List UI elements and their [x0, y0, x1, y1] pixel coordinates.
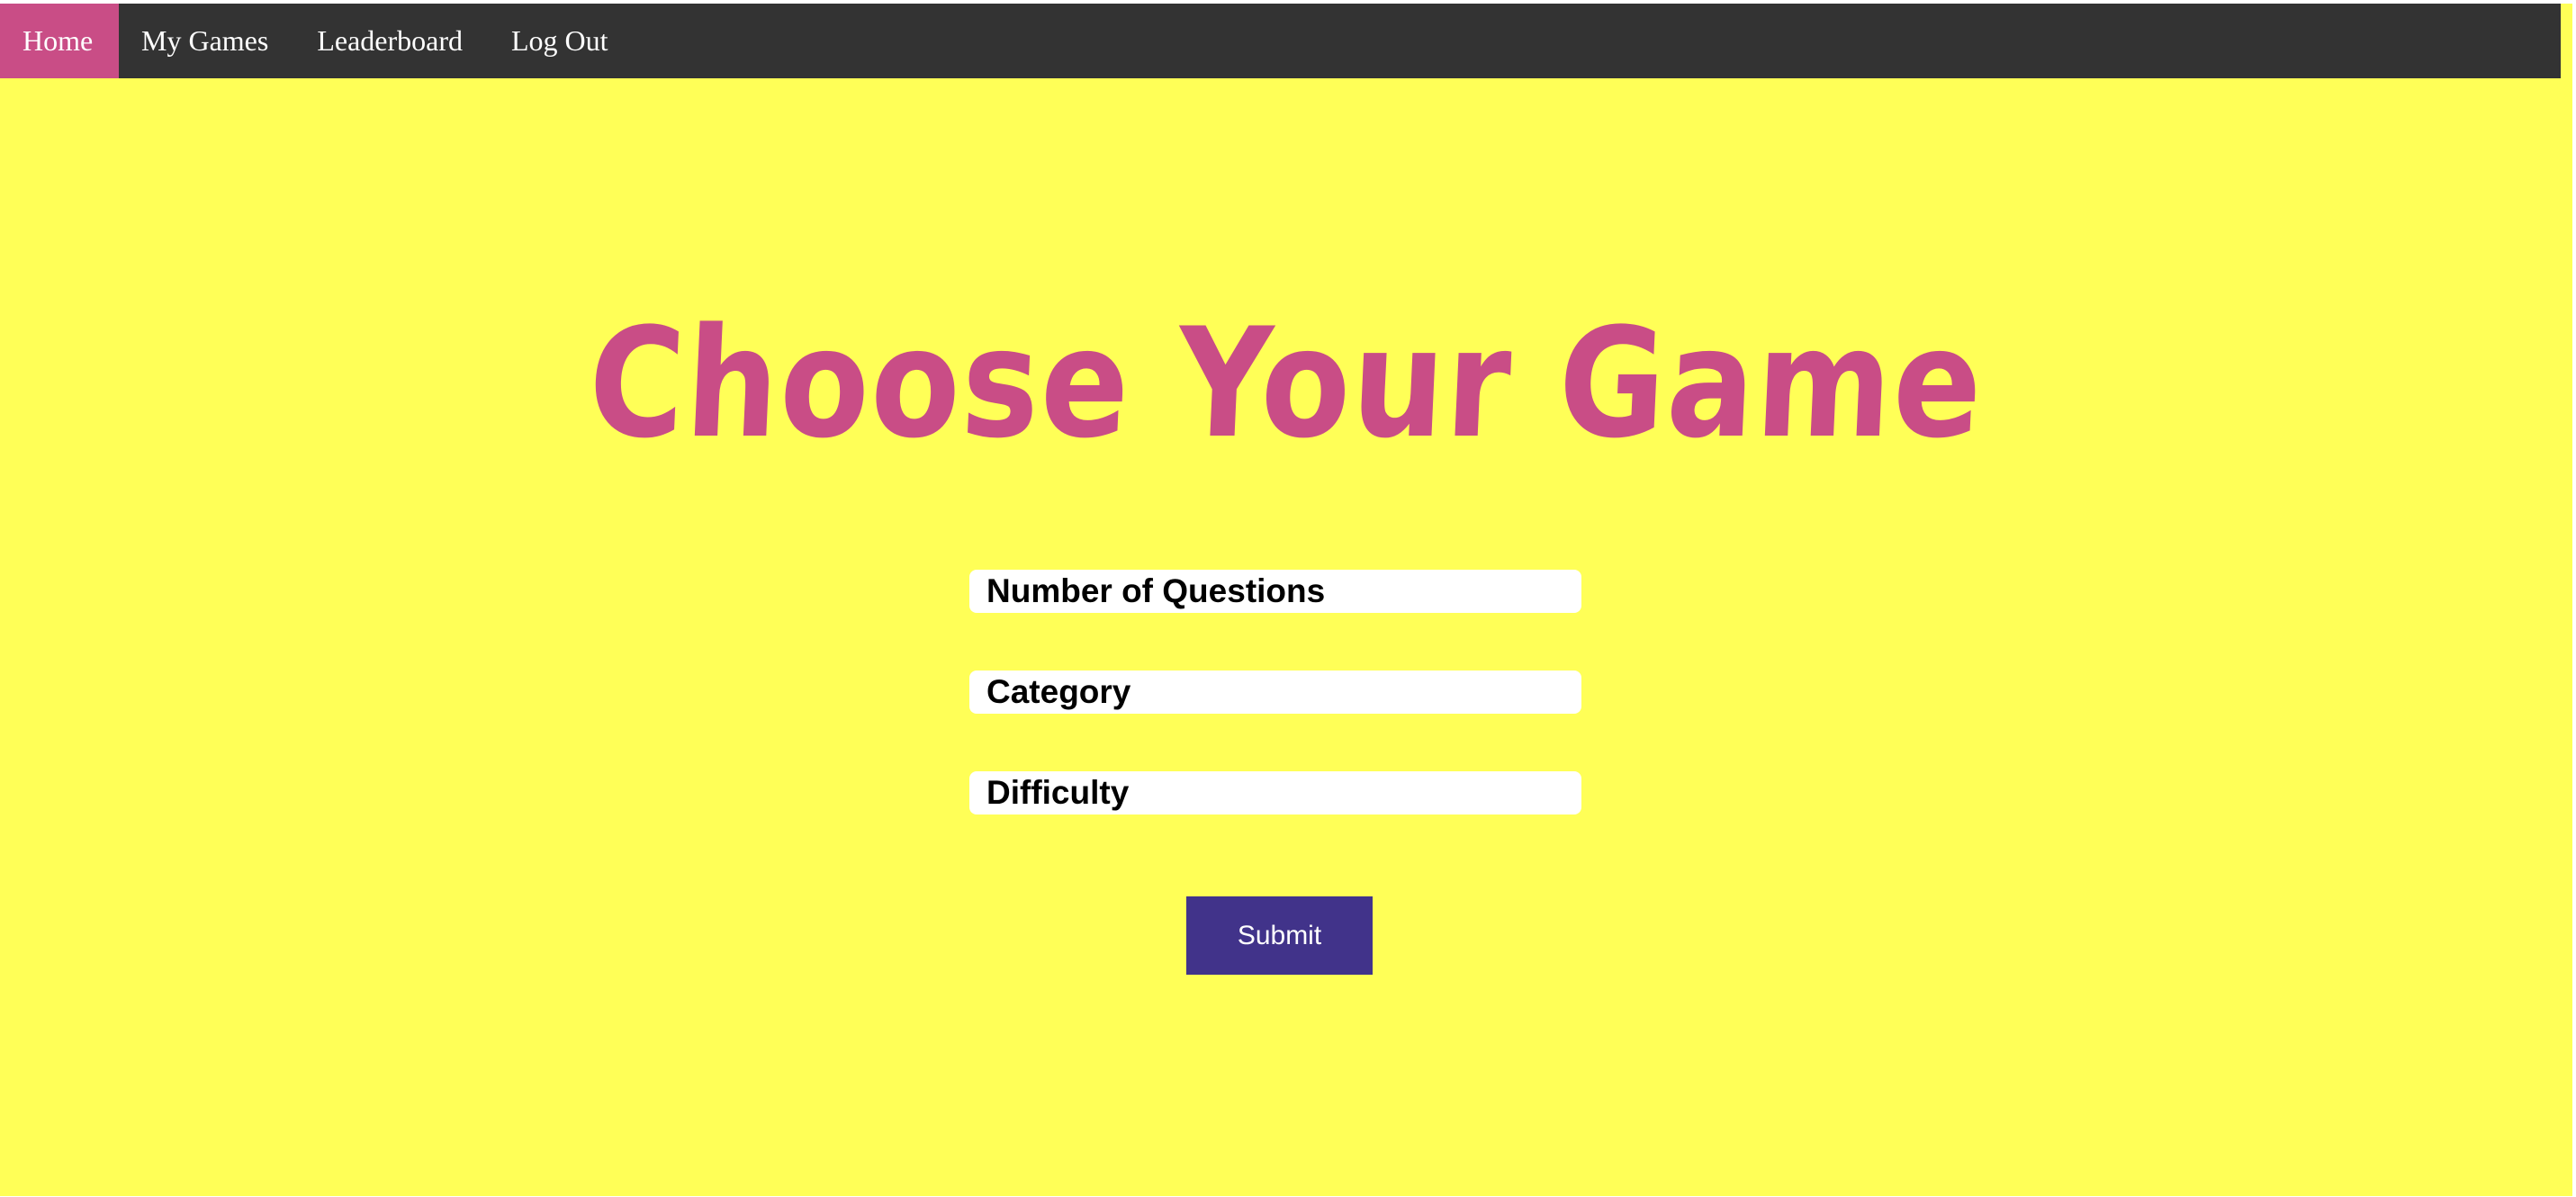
- submit-button[interactable]: Submit: [1186, 896, 1373, 975]
- nav-home[interactable]: Home: [0, 4, 119, 78]
- number-of-questions-select[interactable]: Number of Questions: [969, 570, 1581, 613]
- category-select[interactable]: Category: [969, 670, 1581, 714]
- nav-leaderboard[interactable]: Leaderboard: [294, 4, 489, 78]
- nav-log-out[interactable]: Log Out: [489, 4, 635, 78]
- number-of-questions-label: Number of Questions: [986, 572, 1326, 609]
- nav-my-games[interactable]: My Games: [119, 4, 294, 78]
- difficulty-select[interactable]: Difficulty: [969, 771, 1581, 814]
- page-title: Choose Your Game: [585, 295, 1987, 472]
- category-label: Category: [986, 673, 1131, 710]
- difficulty-label: Difficulty: [986, 774, 1130, 811]
- page-background: Home My Games Leaderboard Log Out Choose…: [0, 4, 2572, 1196]
- top-navbar: Home My Games Leaderboard Log Out: [0, 4, 2561, 78]
